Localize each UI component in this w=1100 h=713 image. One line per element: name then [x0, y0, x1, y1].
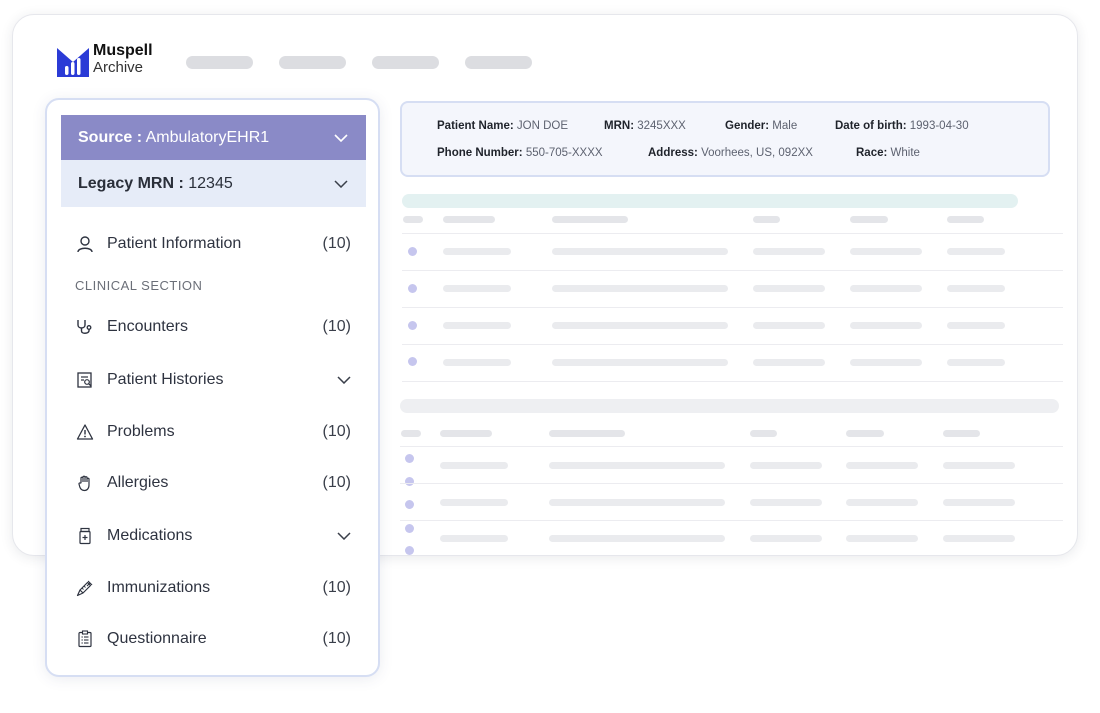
skeleton-header-cell: [440, 430, 492, 437]
row-dot: [405, 524, 414, 533]
sidebar-item-label: Immunizations: [107, 579, 211, 596]
divider: [402, 270, 1063, 271]
chevron-down-icon: [334, 179, 348, 188]
sidebar: Source : AmbulatoryEHR1 Legacy MRN : 123…: [45, 98, 380, 677]
legacy-mrn-selector[interactable]: Legacy MRN : 12345: [61, 160, 366, 207]
skeleton-header-cell: [943, 430, 980, 437]
sidebar-item-label: Encounters: [107, 318, 188, 335]
divider: [402, 307, 1063, 308]
divider: [402, 233, 1063, 234]
sidebar-item-questionnaire[interactable]: Questionnaire (10): [75, 627, 351, 651]
divider: [402, 381, 1063, 382]
legacy-mrn-label: Legacy MRN :: [78, 174, 184, 192]
stethoscope-icon: [75, 317, 95, 337]
source-value: AmbulatoryEHR1: [145, 128, 270, 146]
chevron-down-icon: [337, 376, 351, 384]
skeleton-header-cell: [850, 216, 888, 223]
nav-placeholder-4[interactable]: [465, 56, 532, 69]
skeleton-header-cell: [443, 216, 495, 223]
sidebar-item-patient-histories[interactable]: Patient Histories: [75, 368, 351, 392]
row-dot: [408, 284, 417, 293]
clinical-section-heading: CLINICAL SECTION: [75, 278, 203, 293]
sidebar-item-label: Patient Information: [107, 235, 242, 252]
sidebar-item-encounters[interactable]: Encounters (10): [75, 315, 351, 339]
sidebar-item-allergies[interactable]: Allergies (10): [75, 471, 351, 495]
mrn-value: 3245XXX: [637, 120, 686, 132]
dob-field: Date of birth: 1993-04-30: [835, 120, 969, 132]
sidebar-item-count: (10): [322, 630, 351, 647]
race-field: Race: White: [856, 147, 920, 159]
nav-placeholder-3[interactable]: [372, 56, 439, 69]
gender-field: Gender: Male: [725, 120, 798, 132]
sidebar-item-count: (10): [322, 423, 351, 440]
clipboard-icon: [75, 629, 95, 649]
address-field: Address: Voorhees, US, 092XX: [648, 147, 813, 159]
skeleton-header-cell: [403, 216, 423, 223]
hand-icon: [75, 473, 95, 493]
sidebar-item-count: (10): [322, 474, 351, 491]
skeleton-header-cell: [846, 430, 884, 437]
sidebar-item-count: (10): [322, 235, 351, 252]
patient-name-field: Patient Name: JON DOE: [437, 120, 569, 132]
skeleton-header-cell: [401, 430, 421, 437]
phone-field: Phone Number: 550-705-XXXX: [437, 147, 603, 159]
app-subtitle: Archive: [93, 58, 144, 76]
skeleton-header-cell: [750, 430, 777, 437]
row-dot: [405, 546, 414, 555]
sidebar-item-label: Questionnaire: [107, 630, 207, 647]
app-name: Muspell: [93, 42, 153, 59]
skeleton-title-bar: [402, 194, 1018, 208]
person-icon: [75, 234, 95, 254]
divider: [400, 446, 1063, 447]
phone-value: 550-705-XXXX: [525, 147, 603, 159]
warning-icon: [75, 422, 95, 442]
address-value: Voorhees, US, 092XX: [701, 147, 813, 159]
sidebar-item-label: Problems: [107, 423, 175, 440]
divider: [402, 344, 1063, 345]
sidebar-item-medications[interactable]: Medications: [75, 524, 351, 548]
pill-bottle-icon: [75, 526, 95, 546]
divider: [400, 483, 1063, 484]
skeleton-section-bar: [400, 399, 1059, 413]
history-document-icon: [75, 370, 95, 390]
sidebar-item-problems[interactable]: Problems (10): [75, 420, 351, 444]
muspell-logo-icon: [57, 48, 89, 77]
nav-placeholder-2[interactable]: [279, 56, 346, 69]
mrn-field: MRN: 3245XXX: [604, 120, 686, 132]
dob-value: 1993-04-30: [909, 120, 969, 132]
nav-placeholder-1[interactable]: [186, 56, 253, 69]
row-dot: [405, 477, 414, 486]
sidebar-item-patient-information[interactable]: Patient Information (10): [75, 232, 351, 256]
app-logo[interactable]: Muspell Archive: [56, 42, 153, 78]
row-dot: [405, 454, 414, 463]
syringe-icon: [75, 578, 95, 598]
sidebar-item-label: Patient Histories: [107, 371, 224, 388]
sidebar-item-immunizations[interactable]: Immunizations (10): [75, 576, 351, 600]
row-dot: [405, 500, 414, 509]
skeleton-header-cell: [549, 430, 625, 437]
sidebar-item-label: Allergies: [107, 474, 169, 491]
source-selector[interactable]: Source : AmbulatoryEHR1: [61, 115, 366, 160]
patient-summary-card: Patient Name: JON DOE MRN: 3245XXX Gende…: [400, 101, 1050, 177]
sidebar-item-count: (10): [322, 318, 351, 335]
race-value: White: [890, 147, 920, 159]
row-dot: [408, 247, 417, 256]
chevron-down-icon: [337, 532, 351, 540]
sidebar-item-count: (10): [322, 579, 351, 596]
row-dot: [408, 321, 417, 330]
patient-name: JON DOE: [516, 120, 569, 132]
chevron-down-icon: [334, 133, 348, 142]
skeleton-header-cell: [947, 216, 984, 223]
row-dot: [408, 357, 417, 366]
source-label: Source :: [78, 128, 143, 146]
divider: [400, 520, 1063, 521]
gender-value: Male: [772, 120, 798, 132]
skeleton-header-cell: [552, 216, 628, 223]
skeleton-header-cell: [753, 216, 780, 223]
sidebar-item-label: Medications: [107, 527, 193, 544]
legacy-mrn-value: 12345: [188, 174, 233, 192]
